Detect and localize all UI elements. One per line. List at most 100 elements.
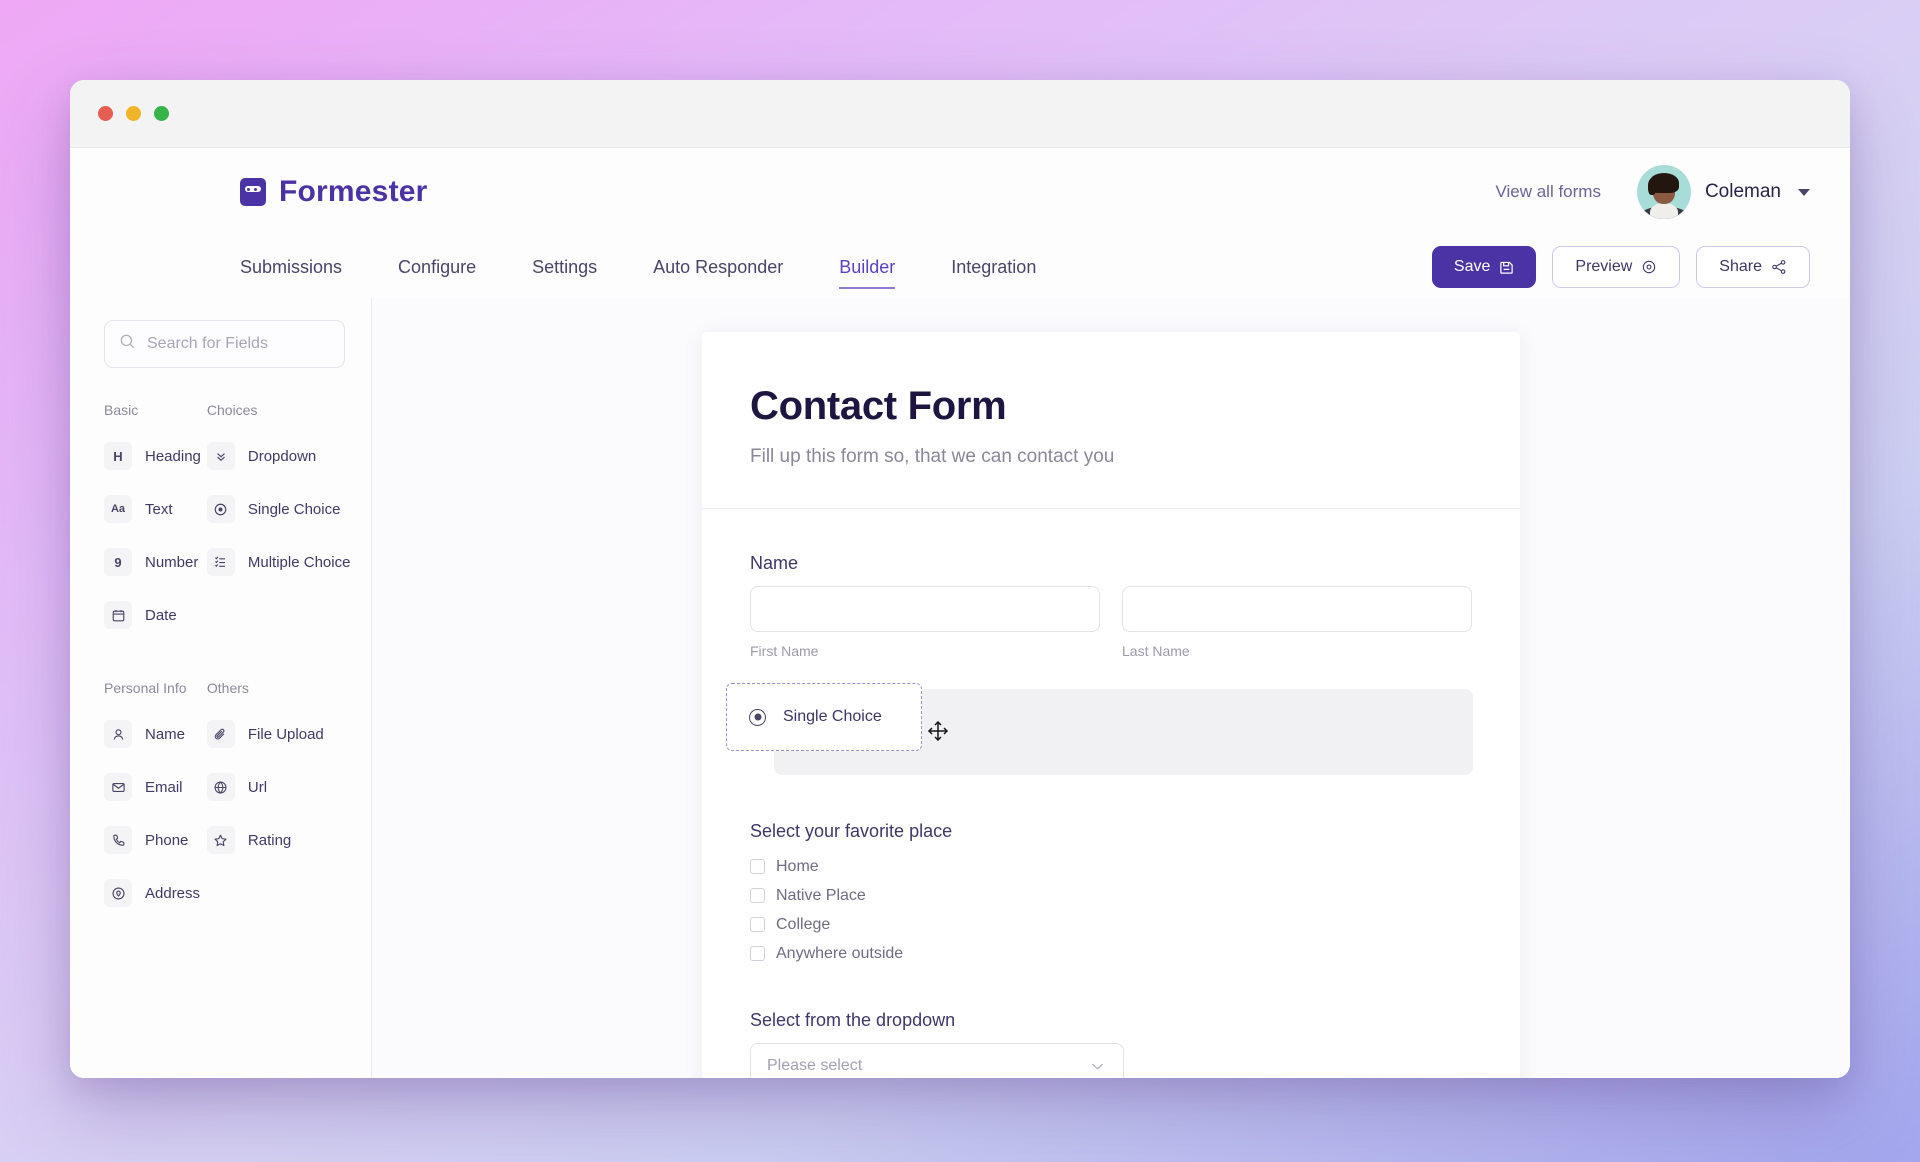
search-input[interactable] — [147, 335, 330, 353]
eye-icon — [1641, 259, 1657, 275]
search-icon — [119, 333, 136, 355]
search-fields-container[interactable] — [104, 320, 345, 368]
move-cursor-icon — [926, 719, 950, 743]
tab-builder[interactable]: Builder — [839, 251, 896, 289]
first-name-input[interactable] — [750, 586, 1100, 632]
checkbox-option-college[interactable]: College — [750, 910, 1472, 939]
paperclip-icon — [206, 720, 235, 748]
field-multiple-choice[interactable]: Multiple Choice — [206, 540, 351, 584]
radio-button-icon — [749, 708, 766, 726]
heading-icon: H — [104, 442, 132, 470]
group-title-others: Others — [206, 680, 249, 696]
checkbox-group-title: Select your favorite place — [750, 821, 953, 841]
double-chevron-down-icon — [206, 442, 235, 470]
minimize-window-button[interactable] — [126, 106, 141, 121]
field-text[interactable]: Aa Text — [104, 487, 201, 531]
view-all-forms-link[interactable]: View all forms — [1495, 182, 1601, 202]
last-name-caption: Last Name — [1122, 643, 1190, 659]
share-button[interactable]: Share — [1696, 246, 1810, 288]
field-phone[interactable]: Phone — [104, 818, 201, 862]
field-label: Multiple Choice — [247, 553, 351, 571]
first-name-col: First Name — [750, 586, 1100, 659]
field-file-upload[interactable]: File Upload — [206, 712, 351, 756]
close-window-button[interactable] — [98, 106, 113, 121]
field-address[interactable]: Address — [104, 871, 201, 915]
grid-spacer — [207, 871, 351, 924]
tab-settings[interactable]: Settings — [532, 251, 597, 284]
brand-name: Formester — [279, 175, 428, 208]
dropdown-group-title: Select from the dropdown — [750, 1010, 956, 1030]
field-number[interactable]: 9 Number — [104, 540, 201, 584]
form-header: Contact Form Fill up this form so, that … — [702, 332, 1520, 509]
checkbox-group-block: Select your favorite place Home Native P… — [750, 821, 1472, 968]
preview-button-label: Preview — [1575, 258, 1633, 275]
checkbox-label: Home — [776, 857, 819, 875]
checkbox-icon[interactable] — [750, 917, 765, 932]
list-checks-icon — [206, 548, 235, 576]
tab-integration[interactable]: Integration — [951, 251, 1036, 284]
field-date[interactable]: Date — [104, 593, 201, 637]
share-nodes-icon — [1771, 259, 1787, 275]
radio-button-icon — [206, 495, 235, 523]
phone-icon — [104, 826, 132, 854]
field-label: Email — [145, 778, 183, 796]
dragged-single-choice-chip[interactable]: Single Choice — [726, 683, 922, 751]
user-menu[interactable]: Coleman — [1636, 165, 1810, 219]
group-title-basic: Basic — [104, 402, 139, 418]
checkbox-icon[interactable] — [750, 888, 765, 903]
checkbox-option-native-place[interactable]: Native Place — [750, 881, 1472, 910]
name-field-block: Name First Name Last Name — [750, 553, 1472, 659]
formester-logo-icon — [240, 178, 266, 206]
field-single-choice[interactable]: Single Choice — [206, 487, 351, 531]
form-card: Contact Form Fill up this form so, that … — [702, 332, 1520, 1078]
form-body: Name First Name Last Name Single Choice … — [702, 509, 1520, 1078]
checkbox-icon[interactable] — [750, 946, 765, 961]
browser-window: Formester View all forms Coleman Submiss… — [70, 80, 1850, 1078]
field-label: Name — [145, 725, 186, 743]
field-label: Number — [145, 553, 199, 571]
app-viewport: Formester View all forms Coleman Submiss… — [70, 148, 1850, 1078]
avatar — [1636, 165, 1691, 219]
fields-sidebar: Basic Choices H Heading D — [70, 298, 372, 1078]
primary-nav: Submissions Configure Settings Auto Resp… — [70, 236, 1850, 298]
star-icon — [206, 826, 235, 854]
calendar-icon — [104, 601, 132, 629]
tab-auto-responder[interactable]: Auto Responder — [653, 251, 783, 284]
field-name[interactable]: Name — [104, 712, 201, 756]
group-title-choices: Choices — [206, 402, 258, 418]
field-email[interactable]: Email — [104, 765, 201, 809]
field-label: Dropdown — [247, 447, 317, 465]
field-label: Single Choice — [247, 500, 341, 518]
first-name-caption: First Name — [750, 643, 819, 659]
grid-spacer — [207, 593, 351, 646]
chevron-down-icon — [1088, 1057, 1107, 1076]
field-heading[interactable]: H Heading — [104, 434, 201, 478]
field-dropdown[interactable]: Dropdown — [206, 434, 351, 478]
nav-tab-list: Submissions Configure Settings Auto Resp… — [240, 251, 1092, 289]
save-button[interactable]: Save — [1431, 246, 1537, 288]
field-label: Url — [247, 778, 268, 796]
drag-drop-area[interactable]: Single Choice — [726, 683, 1473, 779]
header-right-cluster: View all forms Coleman — [1495, 165, 1810, 219]
workspace: Basic Choices H Heading D — [70, 298, 1850, 1078]
share-button-label: Share — [1719, 258, 1762, 275]
field-label: Rating — [247, 831, 292, 849]
tab-submissions[interactable]: Submissions — [240, 251, 342, 284]
checkbox-label: Native Place — [776, 886, 866, 904]
checkbox-option-home[interactable]: Home — [750, 852, 1472, 881]
brand-logo[interactable]: Formester — [240, 175, 428, 209]
checkbox-icon[interactable] — [750, 859, 765, 874]
checkbox-option-anywhere-outside[interactable]: Anywhere outside — [750, 939, 1472, 968]
maximize-window-button[interactable] — [154, 106, 169, 121]
preview-button[interactable]: Preview — [1552, 246, 1681, 288]
dropdown-select[interactable]: Please select — [750, 1043, 1124, 1078]
field-url[interactable]: Url — [206, 765, 351, 809]
dropdown-group-block: Select from the dropdown Please select — [750, 1010, 1472, 1078]
field-rating[interactable]: Rating — [206, 818, 351, 862]
tab-configure[interactable]: Configure — [398, 251, 476, 284]
save-disk-icon — [1499, 260, 1514, 275]
name-field-label: Name — [750, 553, 799, 573]
last-name-input[interactable] — [1122, 586, 1472, 632]
field-label: Text — [145, 500, 173, 518]
save-button-label: Save — [1453, 258, 1491, 275]
